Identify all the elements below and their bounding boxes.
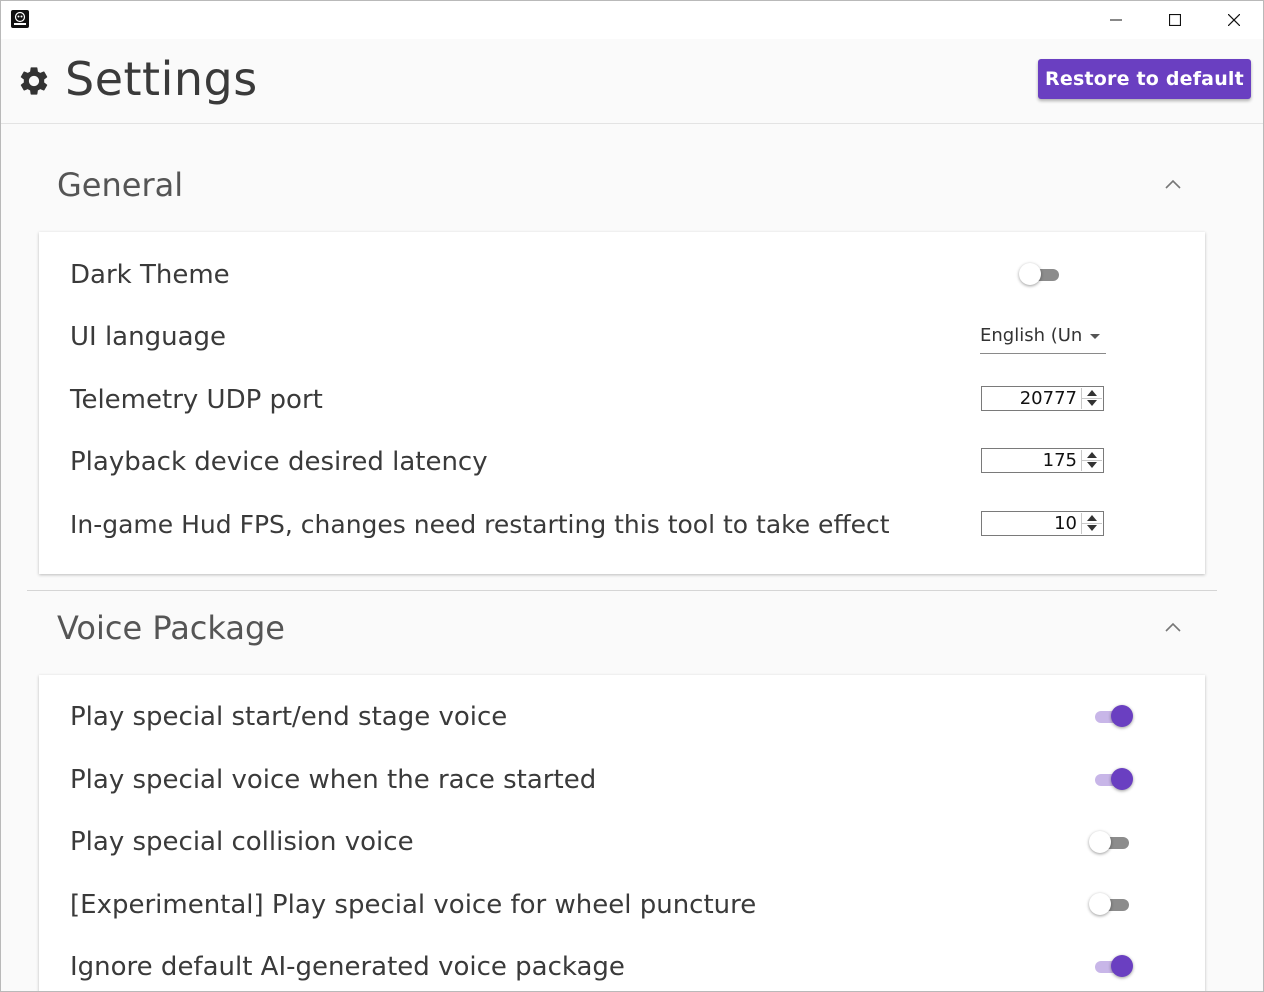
start-end-voice-label: Play special start/end stage voice: [70, 702, 508, 732]
ignore-ai-voice-label: Ignore default AI-generated voice packag…: [70, 952, 625, 982]
chevron-up-icon[interactable]: [1161, 616, 1185, 640]
minimize-button[interactable]: [1087, 1, 1145, 39]
section-divider: [27, 590, 1217, 591]
close-icon: [1228, 14, 1240, 26]
hud-fps-value: 10: [1054, 513, 1077, 534]
start-end-voice-toggle[interactable]: [1089, 704, 1133, 728]
latency-label: Playback device desired latency: [70, 447, 488, 477]
caret-up-icon: [1087, 515, 1097, 521]
caret-down-icon: [1087, 400, 1097, 406]
ui-language-dropdown[interactable]: English (Uni: [980, 323, 1106, 354]
ignore-ai-voice-toggle[interactable]: [1089, 954, 1133, 978]
settings-header: Settings Restore to default: [1, 39, 1263, 124]
dark-theme-toggle[interactable]: [1019, 262, 1063, 286]
latency-value: 175: [1042, 450, 1077, 471]
page-title: Settings: [65, 52, 258, 106]
udp-port-label: Telemetry UDP port: [70, 385, 323, 415]
race-started-voice-label: Play special voice when the race started: [70, 765, 597, 795]
hud-fps-label: In-game Hud FPS, changes need restarting…: [70, 510, 890, 539]
restore-default-button[interactable]: Restore to default: [1038, 59, 1251, 99]
caret-up-icon: [1087, 390, 1097, 396]
spin-down-button[interactable]: [1082, 460, 1102, 470]
maximize-icon: [1169, 14, 1181, 26]
general-card: Dark Theme UI language English (Uni Tele…: [39, 232, 1205, 574]
close-button[interactable]: [1205, 1, 1263, 39]
wheel-puncture-voice-label: [Experimental] Play special voice for wh…: [70, 890, 757, 920]
spin-down-button[interactable]: [1082, 398, 1102, 408]
udp-port-value: 20777: [1019, 388, 1077, 409]
settings-window: Settings Restore to default General Dark…: [0, 0, 1264, 992]
section-title-general: General: [57, 166, 184, 204]
ui-language-label: UI language: [70, 322, 227, 352]
caret-up-icon: [1087, 452, 1097, 458]
udp-port-spinner[interactable]: 20777: [981, 386, 1104, 411]
dark-theme-label: Dark Theme: [70, 260, 230, 290]
section-title-voice-package: Voice Package: [57, 609, 285, 647]
gear-icon: [20, 67, 48, 95]
race-started-voice-toggle[interactable]: [1089, 767, 1133, 791]
collision-voice-toggle[interactable]: [1089, 830, 1133, 854]
caret-down-icon: [1087, 462, 1097, 468]
title-bar[interactable]: [1, 1, 1263, 39]
chevron-up-icon[interactable]: [1161, 173, 1185, 197]
maximize-button[interactable]: [1146, 1, 1204, 39]
minimize-icon: [1110, 19, 1122, 21]
latency-spinner[interactable]: 175: [981, 448, 1104, 473]
voice-package-card: Play special start/end stage voice Play …: [39, 675, 1205, 991]
dropdown-arrow-icon: [1090, 334, 1100, 339]
collision-voice-label: Play special collision voice: [70, 827, 414, 857]
ui-language-value: English (Uni: [980, 325, 1084, 346]
app-icon: [11, 10, 29, 28]
hud-fps-spinner[interactable]: 10: [981, 511, 1104, 536]
caret-down-icon: [1087, 525, 1097, 531]
spin-down-button[interactable]: [1082, 523, 1102, 533]
wheel-puncture-voice-toggle[interactable]: [1089, 892, 1133, 916]
